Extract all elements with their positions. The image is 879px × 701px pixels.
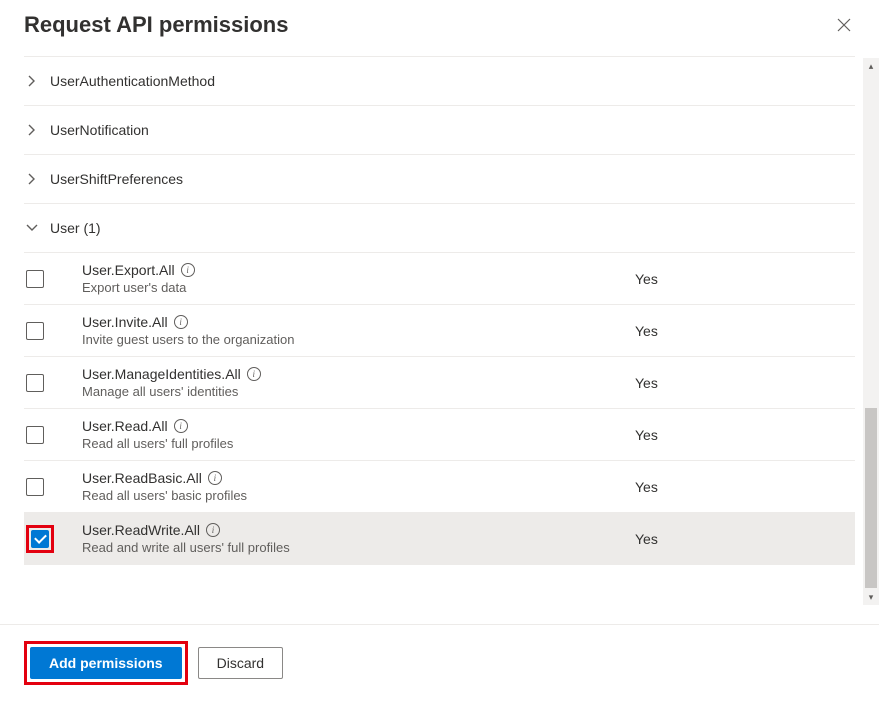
permission-row-user-export-all[interactable]: User.Export.All i Export user's data Yes (24, 253, 855, 305)
section-userauthenticationmethod[interactable]: UserAuthenticationMethod (24, 56, 855, 105)
checkbox-cell (24, 525, 72, 553)
permission-text: User.ManageIdentities.All i Manage all u… (72, 366, 635, 399)
permission-name-text: User.ReadBasic.All (82, 470, 202, 486)
section-usershiftpreferences[interactable]: UserShiftPreferences (24, 154, 855, 203)
section-user[interactable]: User (1) (24, 203, 855, 252)
permission-checkbox[interactable] (26, 374, 44, 392)
close-button[interactable] (833, 14, 855, 36)
permission-text: User.Export.All i Export user's data (72, 262, 635, 295)
permission-name-text: User.Export.All (82, 262, 175, 278)
permission-text: User.Invite.All i Invite guest users to … (72, 314, 635, 347)
highlight-annotation (26, 525, 54, 553)
section-label: User (1) (50, 220, 101, 236)
add-permissions-button[interactable]: Add permissions (30, 647, 182, 679)
permission-name-text: User.Read.All (82, 418, 168, 434)
info-icon[interactable]: i (206, 523, 220, 537)
permission-name-text: User.Invite.All (82, 314, 168, 330)
panel-header: Request API permissions (0, 0, 879, 56)
checkbox-cell (24, 478, 72, 496)
panel-footer: Add permissions Discard (0, 624, 879, 701)
permission-name: User.Invite.All i (82, 314, 635, 330)
permission-row-user-read-all[interactable]: User.Read.All i Read all users' full pro… (24, 409, 855, 461)
permission-name: User.ReadBasic.All i (82, 470, 635, 486)
permission-checkbox[interactable] (31, 530, 49, 548)
chevron-down-icon (24, 220, 40, 236)
permission-row-user-readbasic-all[interactable]: User.ReadBasic.All i Read all users' bas… (24, 461, 855, 513)
chevron-right-icon (24, 171, 40, 187)
panel-content: UserAuthenticationMethod UserNotificatio… (0, 56, 879, 601)
permission-name: User.ManageIdentities.All i (82, 366, 635, 382)
chevron-right-icon (24, 122, 40, 138)
section-label: UserNotification (50, 122, 149, 138)
permission-row-user-readwrite-all[interactable]: User.ReadWrite.All i Read and write all … (24, 513, 855, 565)
permission-description: Read and write all users' full profiles (82, 540, 635, 555)
info-icon[interactable]: i (247, 367, 261, 381)
permission-text: User.ReadBasic.All i Read all users' bas… (72, 470, 635, 503)
permission-description: Manage all users' identities (82, 384, 635, 399)
permission-name-text: User.ManageIdentities.All (82, 366, 241, 382)
permission-row-user-manageidentities-all[interactable]: User.ManageIdentities.All i Manage all u… (24, 357, 855, 409)
info-icon[interactable]: i (181, 263, 195, 277)
highlight-annotation: Add permissions (24, 641, 188, 685)
checkbox-cell (24, 322, 72, 340)
info-icon[interactable]: i (208, 471, 222, 485)
permission-text: User.ReadWrite.All i Read and write all … (72, 522, 635, 555)
permission-description: Read all users' basic profiles (82, 488, 635, 503)
admin-consent-required: Yes (635, 375, 855, 391)
chevron-right-icon (24, 73, 40, 89)
permission-description: Export user's data (82, 280, 635, 295)
permission-checkbox[interactable] (26, 270, 44, 288)
permission-text: User.Read.All i Read all users' full pro… (72, 418, 635, 451)
api-permissions-panel: Request API permissions ▴ ▾ UserAuthenti… (0, 0, 879, 601)
discard-button[interactable]: Discard (198, 647, 283, 679)
permission-name: User.Read.All i (82, 418, 635, 434)
permission-checkbox[interactable] (26, 478, 44, 496)
permission-checkbox[interactable] (26, 426, 44, 444)
checkbox-cell (24, 270, 72, 288)
checkbox-cell (24, 426, 72, 444)
permission-name: User.ReadWrite.All i (82, 522, 635, 538)
close-icon (837, 18, 851, 32)
section-usernotification[interactable]: UserNotification (24, 105, 855, 154)
permission-row-user-invite-all[interactable]: User.Invite.All i Invite guest users to … (24, 305, 855, 357)
permission-checkbox[interactable] (26, 322, 44, 340)
panel-title: Request API permissions (24, 12, 288, 38)
admin-consent-required: Yes (635, 479, 855, 495)
permission-description: Read all users' full profiles (82, 436, 635, 451)
permission-description: Invite guest users to the organization (82, 332, 635, 347)
permission-name: User.Export.All i (82, 262, 635, 278)
info-icon[interactable]: i (174, 419, 188, 433)
info-icon[interactable]: i (174, 315, 188, 329)
permission-list: User.Export.All i Export user's data Yes… (24, 252, 855, 565)
admin-consent-required: Yes (635, 427, 855, 443)
section-label: UserShiftPreferences (50, 171, 183, 187)
admin-consent-required: Yes (635, 271, 855, 287)
permission-name-text: User.ReadWrite.All (82, 522, 200, 538)
admin-consent-required: Yes (635, 323, 855, 339)
admin-consent-required: Yes (635, 531, 855, 547)
checkbox-cell (24, 374, 72, 392)
section-label: UserAuthenticationMethod (50, 73, 215, 89)
